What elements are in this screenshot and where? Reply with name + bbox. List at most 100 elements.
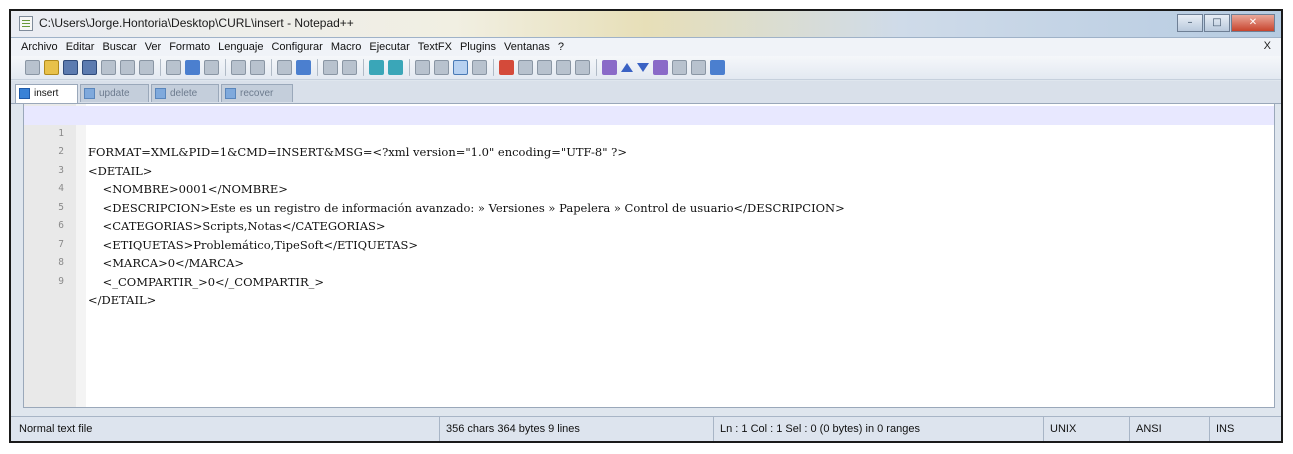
editor-line[interactable]: 1 FORMAT=XML&PID=1&CMD=INSERT&MSG=<?xml …	[24, 106, 1274, 159]
tab-bar: insert update delete recover	[11, 81, 1281, 104]
sync-vertical-icon[interactable]	[369, 60, 384, 75]
close-document-button[interactable]: X	[1264, 40, 1271, 52]
window-controls: – □ ✕	[1176, 14, 1275, 32]
status-size-info: 356 chars 364 bytes 9 lines	[439, 417, 709, 441]
tab-delete[interactable]: delete	[151, 84, 219, 102]
redo-icon[interactable]	[250, 60, 265, 75]
replace-icon[interactable]	[296, 60, 311, 75]
spell-check-icon[interactable]	[710, 60, 725, 75]
copy-icon[interactable]	[185, 60, 200, 75]
status-bar: Normal text file 356 chars 364 bytes 9 l…	[11, 416, 1281, 441]
find-icon[interactable]	[277, 60, 292, 75]
toolbar-separator	[317, 59, 318, 76]
toolbar-separator	[493, 59, 494, 76]
zoom-in-icon[interactable]	[323, 60, 338, 75]
cut-icon[interactable]	[166, 60, 181, 75]
menu-formato[interactable]: Formato	[169, 41, 210, 53]
tab-label: update	[99, 88, 130, 99]
sum-alt-icon[interactable]	[653, 60, 668, 75]
toolbar-separator	[363, 59, 364, 76]
line-text: </DETAIL>	[88, 293, 157, 307]
status-encoding: ANSI	[1129, 417, 1205, 441]
text-editor[interactable]: 1 FORMAT=XML&PID=1&CMD=INSERT&MSG=<?xml …	[23, 103, 1275, 408]
user-lang-icon[interactable]	[472, 60, 487, 75]
menu-configurar[interactable]: Configurar	[271, 41, 322, 53]
minimize-button[interactable]: –	[1177, 14, 1203, 32]
run-macro-multiple-icon[interactable]	[556, 60, 571, 75]
save-icon[interactable]	[63, 60, 78, 75]
arrow-up-icon[interactable]	[621, 63, 633, 72]
tab-label: delete	[170, 88, 198, 99]
editor-line[interactable]: 4 <DESCRIPCION>Este es un registro de in…	[24, 162, 1274, 215]
file-tab-icon	[19, 88, 30, 99]
play-macro-icon[interactable]	[537, 60, 552, 75]
menu-plugins[interactable]: Plugins	[460, 41, 496, 53]
menu-ventanas[interactable]: Ventanas	[504, 41, 550, 53]
file-tab-icon	[225, 88, 236, 99]
editor-line[interactable]: 7 <MARCA>0</MARCA>	[24, 217, 1274, 271]
save-macro-icon[interactable]	[575, 60, 590, 75]
arrow-down-icon[interactable]	[637, 63, 649, 72]
word-wrap-icon[interactable]	[415, 60, 430, 75]
open-folder-icon[interactable]	[44, 60, 59, 75]
status-cursor-position: Ln : 1 Col : 1 Sel : 0 (0 bytes) in 0 ra…	[713, 417, 1039, 441]
undo-icon[interactable]	[231, 60, 246, 75]
menu-archivo[interactable]: Archivo	[21, 41, 58, 53]
tab-label: recover	[240, 88, 274, 99]
notepadpp-window: C:\Users\Jorge.Hontoria\Desktop\CURL\ins…	[9, 9, 1283, 443]
new-file-icon[interactable]	[25, 60, 40, 75]
toolbar-separator	[225, 59, 226, 76]
tab-recover[interactable]: recover	[221, 84, 293, 102]
toolbar-separator	[409, 59, 410, 76]
editor-line[interactable]: 6 <ETIQUETAS>Problemático,TipeSoft</ETIQ…	[24, 199, 1274, 252]
editor-line[interactable]: 5 <CATEGORIAS>Scripts,Notas</CATEGORIAS>	[24, 180, 1274, 234]
save-all-icon[interactable]	[82, 60, 97, 75]
record-macro-icon[interactable]	[499, 60, 514, 75]
menu-ejecutar[interactable]: Ejecutar	[369, 41, 409, 53]
print-icon[interactable]	[139, 60, 154, 75]
menu-ver[interactable]: Ver	[145, 41, 162, 53]
editor-lines: 1 FORMAT=XML&PID=1&CMD=INSERT&MSG=<?xml …	[24, 106, 1274, 308]
show-all-chars-icon[interactable]	[434, 60, 449, 75]
window-icon[interactable]	[672, 60, 687, 75]
line-text: <_COMPARTIR_>0</_COMPARTIR_>	[88, 274, 324, 289]
menu-bar: Archivo Editar Buscar Ver Formato Lengua…	[11, 38, 1281, 56]
menu-lenguaje[interactable]: Lenguaje	[218, 41, 263, 53]
file-tab-icon	[84, 88, 95, 99]
tab-insert[interactable]: insert	[15, 84, 78, 103]
close-all-icon[interactable]	[120, 60, 135, 75]
menu-help[interactable]: ?	[558, 41, 564, 53]
paste-icon[interactable]	[204, 60, 219, 75]
indent-guide-icon[interactable]	[453, 60, 468, 75]
close-file-icon[interactable]	[101, 60, 116, 75]
status-file-type: Normal text file	[19, 423, 93, 435]
close-window-button[interactable]: ✕	[1231, 14, 1275, 32]
toolbar-separator	[271, 59, 272, 76]
line-number: 9	[58, 275, 64, 287]
zoom-out-icon[interactable]	[342, 60, 357, 75]
tab-update[interactable]: update	[80, 84, 149, 102]
status-insert-mode: INS	[1209, 417, 1279, 441]
toolbar-separator	[596, 59, 597, 76]
editor-line[interactable]: 3 <NOMBRE>0001</NOMBRE>	[24, 143, 1274, 197]
menu-macro[interactable]: Macro	[331, 41, 362, 53]
editor-line[interactable]: 9 </DETAIL>	[24, 254, 1274, 308]
sum-icon[interactable]	[602, 60, 617, 75]
toolbar-separator	[160, 59, 161, 76]
document-map-icon[interactable]	[691, 60, 706, 75]
maximize-button[interactable]: □	[1204, 14, 1230, 32]
menu-buscar[interactable]: Buscar	[102, 41, 136, 53]
title-bar[interactable]: C:\Users\Jorge.Hontoria\Desktop\CURL\ins…	[11, 11, 1281, 38]
tab-label: insert	[34, 88, 59, 99]
menu-editar[interactable]: Editar	[66, 41, 95, 53]
menu-textfx[interactable]: TextFX	[418, 41, 452, 53]
editor-line[interactable]: 8 <_COMPARTIR_>0</_COMPARTIR_>	[24, 236, 1274, 289]
window-title: C:\Users\Jorge.Hontoria\Desktop\CURL\ins…	[39, 16, 354, 30]
file-tab-icon	[155, 88, 166, 99]
editor-line[interactable]: 2 <DETAIL>	[24, 125, 1274, 178]
notepad-app-icon	[19, 16, 33, 31]
status-eol-format: UNIX	[1043, 417, 1125, 441]
stop-macro-icon[interactable]	[518, 60, 533, 75]
toolbar	[11, 56, 1281, 80]
sync-horizontal-icon[interactable]	[388, 60, 403, 75]
